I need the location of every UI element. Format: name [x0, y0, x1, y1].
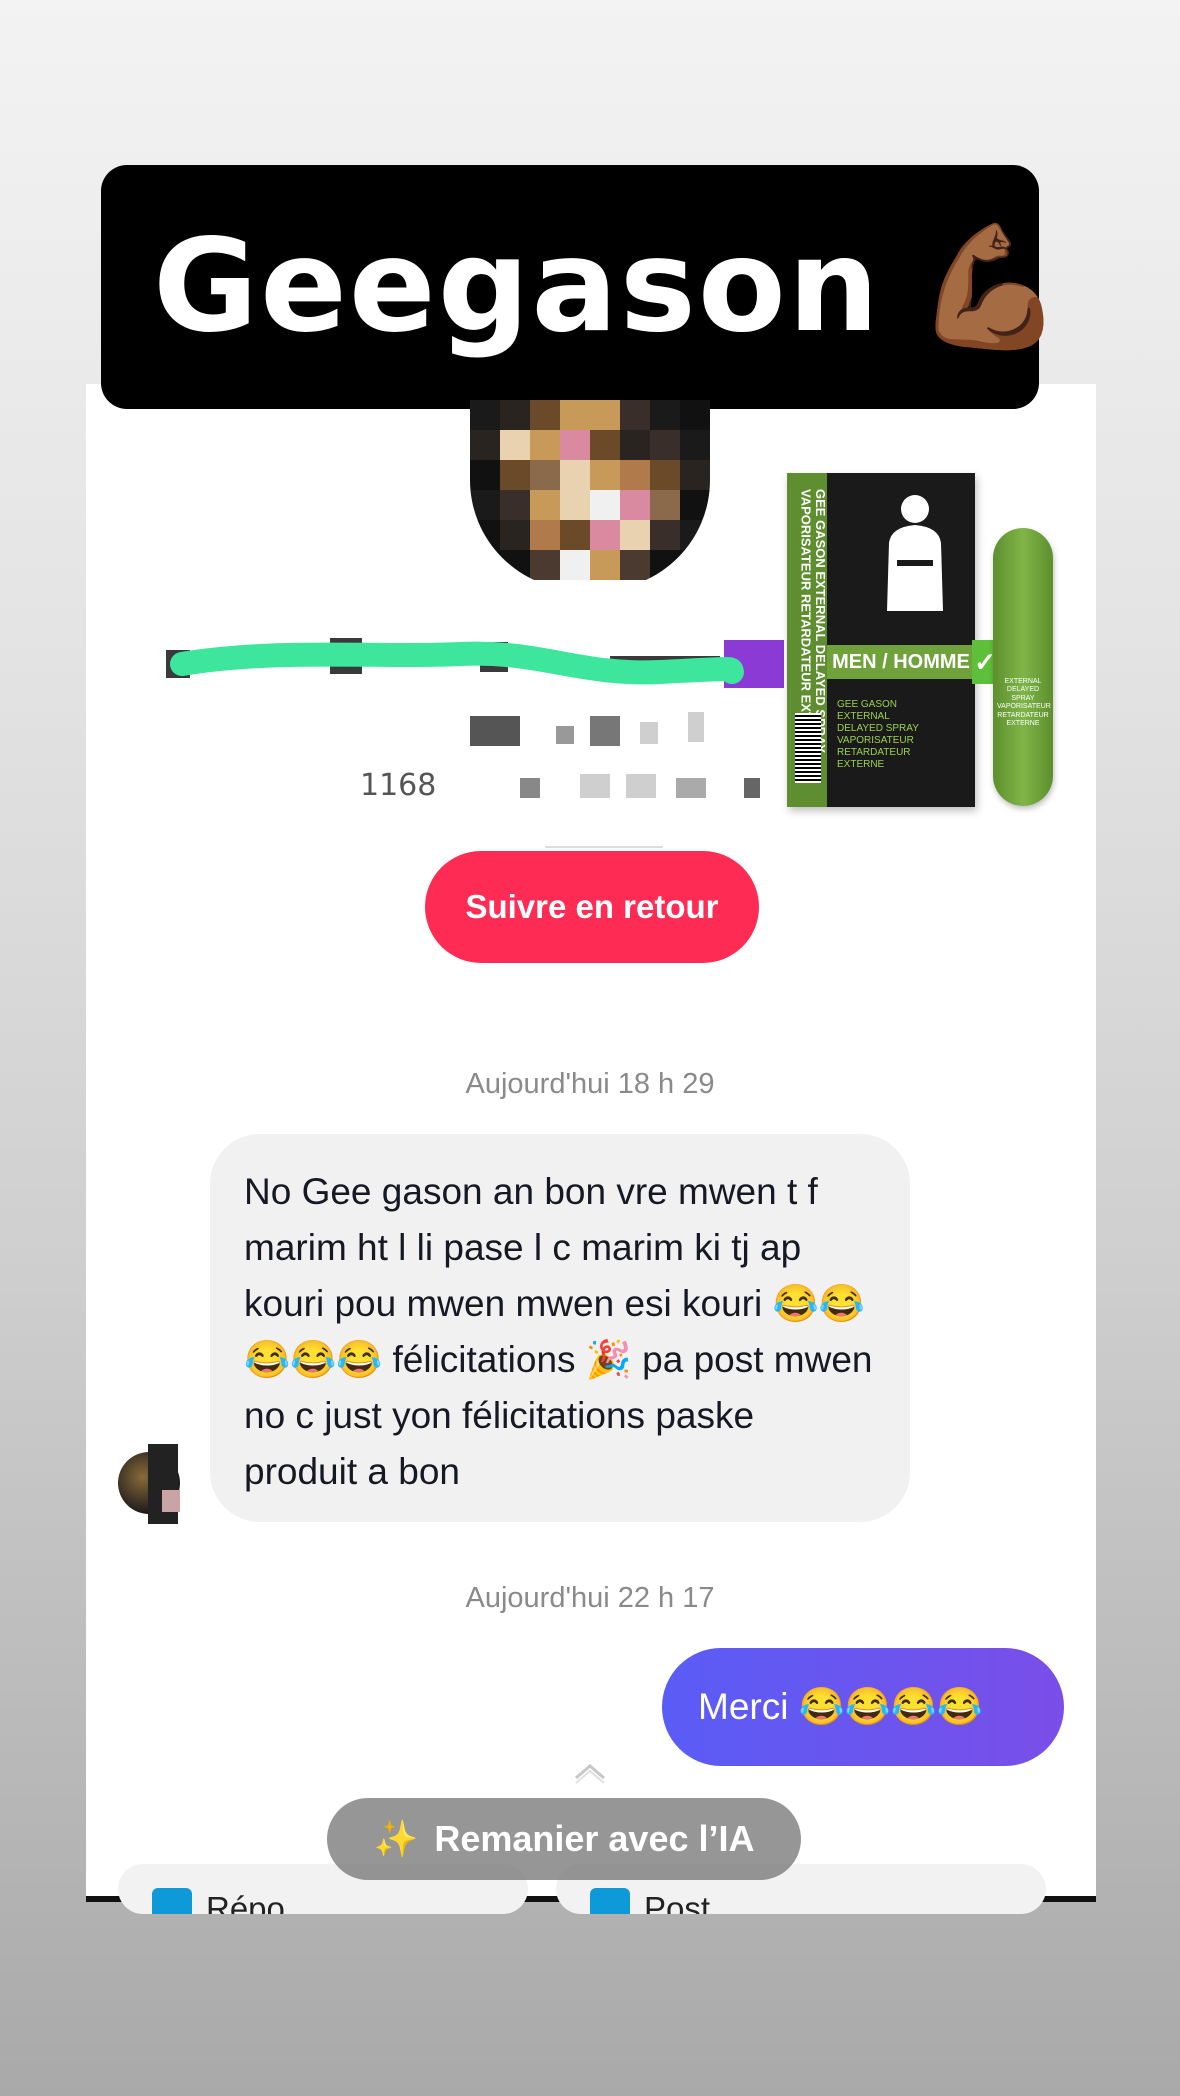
received-message-bubble[interactable]: No Gee gason an bon vre mwen t f marim h…	[210, 1134, 910, 1522]
story-title: Geegason	[153, 212, 881, 361]
avatar-pixel	[620, 490, 650, 520]
sent-message-bubble[interactable]: Merci 😂😂😂😂	[662, 1648, 1064, 1766]
avatar-pixel	[650, 430, 680, 460]
avatar-pixel	[620, 400, 650, 430]
chat-timestamp: Aujourd'hui 22 h 17	[465, 1582, 715, 1614]
divider	[545, 846, 663, 848]
rewrite-with-ai-button[interactable]: ✨ Remanier avec l’IA	[327, 1798, 801, 1880]
avatar-pixel	[530, 400, 560, 430]
avatar-pixel	[560, 460, 590, 490]
avatar-pixel	[620, 460, 650, 490]
avatar-pixel	[590, 550, 620, 580]
avatar-pixel	[680, 460, 710, 490]
avatar-pixel	[530, 430, 560, 460]
avatar-pixel	[560, 490, 590, 520]
redact-block	[556, 726, 574, 744]
flexed-arm-emoji: 💪🏾	[914, 220, 1065, 354]
avatar-pixel	[560, 400, 590, 430]
avatar-pixel	[620, 520, 650, 550]
rewrite-with-ai-label: Remanier avec l’IA	[434, 1818, 755, 1859]
product-front-text: GEE GASON EXTERNAL DELAYED SPRAY VAPORIS…	[837, 699, 919, 770]
suggestion-icon	[152, 1888, 192, 1914]
avatar-redaction	[148, 1444, 178, 1524]
avatar-pixel	[590, 400, 620, 430]
avatar-pixel	[560, 520, 590, 550]
avatar-pixel	[560, 550, 590, 580]
avatar-pixel	[620, 430, 650, 460]
product-band-label: MEN / HOMME	[827, 645, 975, 679]
avatar-pixel	[590, 520, 620, 550]
redact-block	[676, 778, 706, 798]
avatar-pixel	[650, 490, 680, 520]
redact-block	[640, 722, 658, 744]
avatar-pixel	[620, 550, 650, 580]
redact-block	[470, 716, 520, 746]
green-scribble-redaction	[170, 641, 744, 685]
avatar-pixel	[650, 400, 680, 430]
barcode-icon	[795, 713, 821, 783]
sparkle-icon: ✨	[373, 1818, 419, 1859]
avatar-pixel	[500, 430, 530, 460]
spray-bottle-image: EXTERNAL DELAYED SPRAY VAPORISATEUR RETA…	[993, 528, 1053, 806]
avatar-pixel	[530, 520, 560, 550]
suggestion-label: Répo	[206, 1890, 285, 1914]
man-silhouette-icon	[887, 495, 943, 611]
avatar-pixel	[560, 430, 590, 460]
follow-back-button[interactable]: Suivre en retour	[425, 851, 759, 963]
avatar-pixel	[590, 490, 620, 520]
redact-block	[744, 778, 760, 798]
avatar-pixel	[500, 490, 530, 520]
follower-count-partial: 1168	[360, 768, 437, 803]
chat-timestamp: Aujourd'hui 18 h 29	[465, 1068, 715, 1100]
suggestion-icon	[590, 1888, 630, 1914]
avatar-pixel	[500, 400, 530, 430]
avatar-pixel	[470, 400, 500, 430]
avatar-pixel	[470, 460, 500, 490]
avatar-pixel	[680, 430, 710, 460]
redact-block	[626, 774, 656, 798]
product-box-image: GEE GASON EXTERNAL DELAYED SPRAY VAPORIS…	[787, 473, 975, 807]
redact-block	[580, 774, 610, 798]
chevron-up-icon[interactable]	[572, 1760, 608, 1784]
avatar-pixel	[500, 460, 530, 490]
suggestion-label: Post	[644, 1890, 711, 1914]
avatar-redaction	[162, 1490, 180, 1512]
avatar-pixel	[470, 430, 500, 460]
avatar-pixel	[530, 490, 560, 520]
avatar-pixel	[590, 430, 620, 460]
story-title-banner: Geegason 💪🏾	[101, 165, 1064, 409]
avatar-pixel	[650, 460, 680, 490]
avatar-pixel	[650, 520, 680, 550]
avatar-pixel	[680, 400, 710, 430]
redact-block	[520, 778, 540, 798]
avatar-pixel	[530, 460, 560, 490]
redact-block	[688, 712, 704, 742]
avatar-pixel	[500, 520, 530, 550]
avatar-pixel	[530, 550, 560, 580]
avatar-pixel	[590, 460, 620, 490]
spray-bottle-text: EXTERNAL DELAYED SPRAY VAPORISATEUR RETA…	[997, 678, 1051, 727]
redact-block	[590, 716, 620, 746]
